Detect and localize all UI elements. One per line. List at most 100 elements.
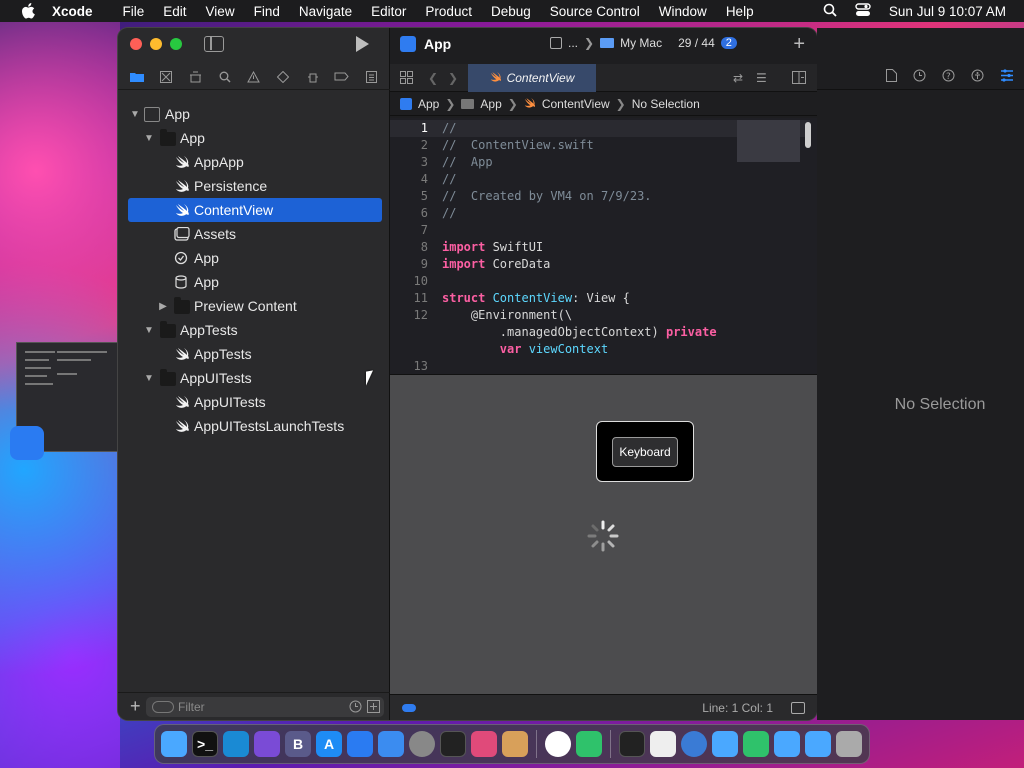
- close-window-button[interactable]: [130, 38, 142, 50]
- chevron-down-icon[interactable]: ▼: [144, 133, 154, 144]
- tree-item-app-datamodel[interactable]: App: [128, 270, 382, 294]
- issue-navigator-icon[interactable]: [246, 70, 262, 84]
- quick-help-icon[interactable]: ?: [942, 69, 955, 85]
- symbol-navigator-icon[interactable]: [187, 70, 203, 84]
- find-navigator-icon[interactable]: [217, 70, 233, 84]
- tree-item-app-entitlements[interactable]: App: [128, 246, 382, 270]
- xcode-desktop-icon[interactable]: [10, 426, 44, 460]
- panel-toggle-icon[interactable]: [791, 702, 805, 714]
- attributes-inspector-icon[interactable]: [1000, 68, 1014, 85]
- activity-monitor-dock-icon[interactable]: [440, 731, 466, 757]
- breadcrumb-folder[interactable]: App: [480, 97, 501, 111]
- tree-item-appapp[interactable]: AppApp: [128, 150, 382, 174]
- breadcrumb-symbol[interactable]: No Selection: [632, 97, 700, 111]
- sidebar-toggle-icon[interactable]: [204, 36, 224, 52]
- launchpad-dock-icon[interactable]: [502, 731, 528, 757]
- breadcrumb-project[interactable]: App: [418, 97, 439, 111]
- folder-dock-icon[interactable]: [712, 731, 738, 757]
- xcode-dock-icon[interactable]: [347, 731, 373, 757]
- utm-dock-icon-2[interactable]: [743, 731, 769, 757]
- tree-item-appuitestslaunchtests[interactable]: AppUITestsLaunchTests: [128, 414, 382, 438]
- tree-item-apptests-folder[interactable]: ▼ AppTests: [128, 318, 382, 342]
- tree-item-apptests[interactable]: AppTests: [128, 342, 382, 366]
- grid-icon[interactable]: [400, 71, 413, 87]
- menu-navigate[interactable]: Navigate: [299, 4, 352, 19]
- history-inspector-icon[interactable]: [913, 69, 926, 85]
- trash-dock-icon[interactable]: [836, 731, 862, 757]
- chevron-down-icon[interactable]: ▼: [144, 373, 154, 384]
- filter-options-icon[interactable]: [152, 701, 174, 713]
- spotlight-search-icon[interactable]: [823, 3, 837, 20]
- chevron-down-icon[interactable]: ▼: [130, 109, 140, 120]
- issue-badge[interactable]: 2: [720, 37, 737, 49]
- tree-item-app-folder[interactable]: ▼ App: [128, 126, 382, 150]
- console-dock-icon[interactable]: [619, 731, 645, 757]
- tab-contentview[interactable]: ContentView: [468, 64, 596, 92]
- folder-navigator-icon[interactable]: [129, 70, 145, 84]
- scheme-selector[interactable]: ... ❯ My Mac 29 / 44 2: [550, 36, 737, 50]
- report-navigator-icon[interactable]: [363, 70, 379, 84]
- debug-area-toggle-icon[interactable]: [402, 704, 416, 712]
- accessibility-inspector-icon[interactable]: [971, 69, 984, 85]
- destination-label[interactable]: My Mac: [620, 36, 662, 50]
- menu-help[interactable]: Help: [726, 4, 754, 19]
- debug-navigator-icon[interactable]: [305, 70, 321, 84]
- recent-files-icon[interactable]: [349, 700, 362, 716]
- apple-menu-icon[interactable]: [18, 0, 38, 22]
- keyboard-button[interactable]: Keyboard: [612, 436, 678, 467]
- breadcrumb-file[interactable]: ContentView: [542, 97, 610, 111]
- navigator-filter-field[interactable]: Filter: [146, 697, 384, 717]
- scm-filter-icon[interactable]: [367, 700, 380, 716]
- file-inspector-icon[interactable]: [886, 68, 897, 85]
- test-navigator-icon[interactable]: [275, 70, 291, 84]
- chevron-right-icon[interactable]: ▶: [158, 301, 168, 312]
- menu-edit[interactable]: Edit: [163, 4, 186, 19]
- add-file-button[interactable]: +: [130, 696, 141, 717]
- forward-chevron-icon[interactable]: ❯: [448, 71, 458, 85]
- menubar-clock[interactable]: Sun Jul 9 10:07 AM: [889, 4, 1006, 19]
- menu-window[interactable]: Window: [659, 4, 707, 19]
- simulator-dock-icon[interactable]: [378, 731, 404, 757]
- utm-dock-icon[interactable]: [576, 731, 602, 757]
- menu-debug[interactable]: Debug: [491, 4, 531, 19]
- menu-source-control[interactable]: Source Control: [550, 4, 640, 19]
- chrome-dock-icon[interactable]: [545, 731, 571, 757]
- bbedit-dock-icon[interactable]: B: [285, 731, 311, 757]
- tree-item-persistence[interactable]: Persistence: [128, 174, 382, 198]
- menu-editor[interactable]: Editor: [371, 4, 406, 19]
- editor-options-icon[interactable]: ☰: [756, 71, 767, 85]
- downloads-dock-icon[interactable]: [774, 731, 800, 757]
- visual-studio-dock-icon[interactable]: [254, 731, 280, 757]
- tree-item-preview-content[interactable]: ▶ Preview Content: [128, 294, 382, 318]
- tree-item-contentview[interactable]: ContentView: [128, 198, 382, 222]
- menu-product[interactable]: Product: [425, 4, 472, 19]
- preview-canvas[interactable]: Keyboard: [390, 374, 817, 694]
- tree-item-appuitests[interactable]: AppUITests: [128, 390, 382, 414]
- add-library-button[interactable]: +: [793, 33, 805, 56]
- applications-dock-icon[interactable]: [805, 731, 831, 757]
- minimap[interactable]: [737, 120, 800, 162]
- safari-dock-icon[interactable]: [681, 731, 707, 757]
- menu-find[interactable]: Find: [254, 4, 280, 19]
- control-center-icon[interactable]: [855, 2, 871, 20]
- system-settings-dock-icon[interactable]: [409, 731, 435, 757]
- tree-item-assets[interactable]: Assets: [128, 222, 382, 246]
- tree-item-app-project[interactable]: ▼ App: [128, 102, 382, 126]
- tree-item-appuitests-folder[interactable]: ▼ AppUITests: [128, 366, 382, 390]
- related-items-icon[interactable]: ⇄: [733, 71, 743, 85]
- menu-view[interactable]: View: [206, 4, 235, 19]
- app-store-dock-icon[interactable]: A: [316, 731, 342, 757]
- chevron-down-icon[interactable]: ▼: [144, 325, 154, 336]
- back-chevron-icon[interactable]: ❮: [428, 71, 438, 85]
- finder-dock-icon[interactable]: [161, 731, 187, 757]
- split-editor-icon[interactable]: [792, 71, 806, 87]
- editor-scrollbar[interactable]: [805, 122, 811, 148]
- scheme-target[interactable]: ...: [568, 36, 578, 50]
- source-control-navigator-icon[interactable]: [158, 70, 174, 84]
- vscode-dock-icon[interactable]: [223, 731, 249, 757]
- minimize-window-button[interactable]: [150, 38, 162, 50]
- menu-app-name[interactable]: Xcode: [52, 4, 93, 19]
- source-editor[interactable]: 1 // 2 // ContentView.swift 3 // App 4 /…: [390, 118, 817, 374]
- zoom-window-button[interactable]: [170, 38, 182, 50]
- breakpoint-navigator-icon[interactable]: [334, 70, 350, 84]
